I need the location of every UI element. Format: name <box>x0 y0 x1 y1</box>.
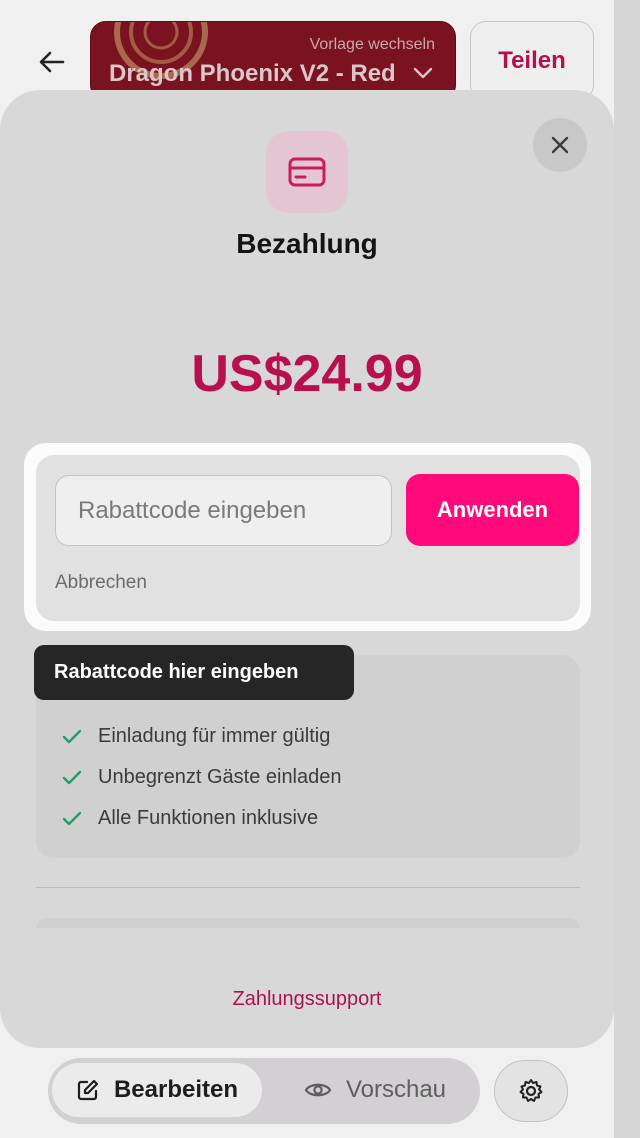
gear-icon <box>519 1079 543 1102</box>
check-icon <box>62 811 82 825</box>
cancel-coupon-link[interactable]: Abbrechen <box>55 572 147 594</box>
arrow-left-icon <box>39 51 65 73</box>
section-edge <box>36 918 580 928</box>
feature-item: Einladung für immer gültig <box>62 725 330 748</box>
tab-edit-label: Bearbeiten <box>113 1076 239 1103</box>
close-icon <box>551 136 569 154</box>
edit-icon <box>77 1079 99 1101</box>
template-name: Dragon Phoenix V2 - Red <box>109 60 396 87</box>
coupon-input[interactable] <box>55 475 392 546</box>
chevron-down-icon <box>413 67 433 79</box>
share-button[interactable]: Teilen <box>470 21 594 101</box>
close-button[interactable] <box>533 118 587 172</box>
payment-support-link[interactable]: Zahlungssupport <box>0 988 614 1011</box>
price-label: US$24.99 <box>191 345 423 403</box>
tab-edit[interactable]: Bearbeiten <box>52 1063 262 1117</box>
feature-item: Alle Funktionen inklusive <box>62 807 318 830</box>
feature-label: Unbegrenzt Gäste einladen <box>98 766 342 788</box>
tab-preview[interactable]: Vorschau <box>280 1063 470 1117</box>
eye-icon <box>304 1083 332 1097</box>
divider <box>36 887 580 888</box>
feature-label: Einladung für immer gültig <box>98 725 331 747</box>
credit-card-icon <box>288 157 326 187</box>
check-icon <box>62 770 82 784</box>
apply-coupon-button[interactable]: Anwenden <box>406 474 579 546</box>
tab-preview-label: Vorschau <box>345 1076 447 1103</box>
feature-item: Unbegrenzt Gäste einladen <box>62 766 342 789</box>
feature-label: Alle Funktionen inklusive <box>98 807 319 829</box>
settings-button[interactable] <box>494 1060 568 1122</box>
back-button[interactable] <box>30 40 74 84</box>
template-switch-hint: Vorlage wechseln <box>309 36 435 53</box>
modal-title: Bezahlung <box>236 228 378 259</box>
payment-icon-box <box>266 131 348 213</box>
scroll-edge <box>614 0 640 1138</box>
template-switcher[interactable]: Vorlage wechseln Dragon Phoenix V2 - Red <box>90 21 456 101</box>
check-icon <box>62 729 82 743</box>
coupon-tooltip: Rabattcode hier eingeben <box>34 645 354 700</box>
